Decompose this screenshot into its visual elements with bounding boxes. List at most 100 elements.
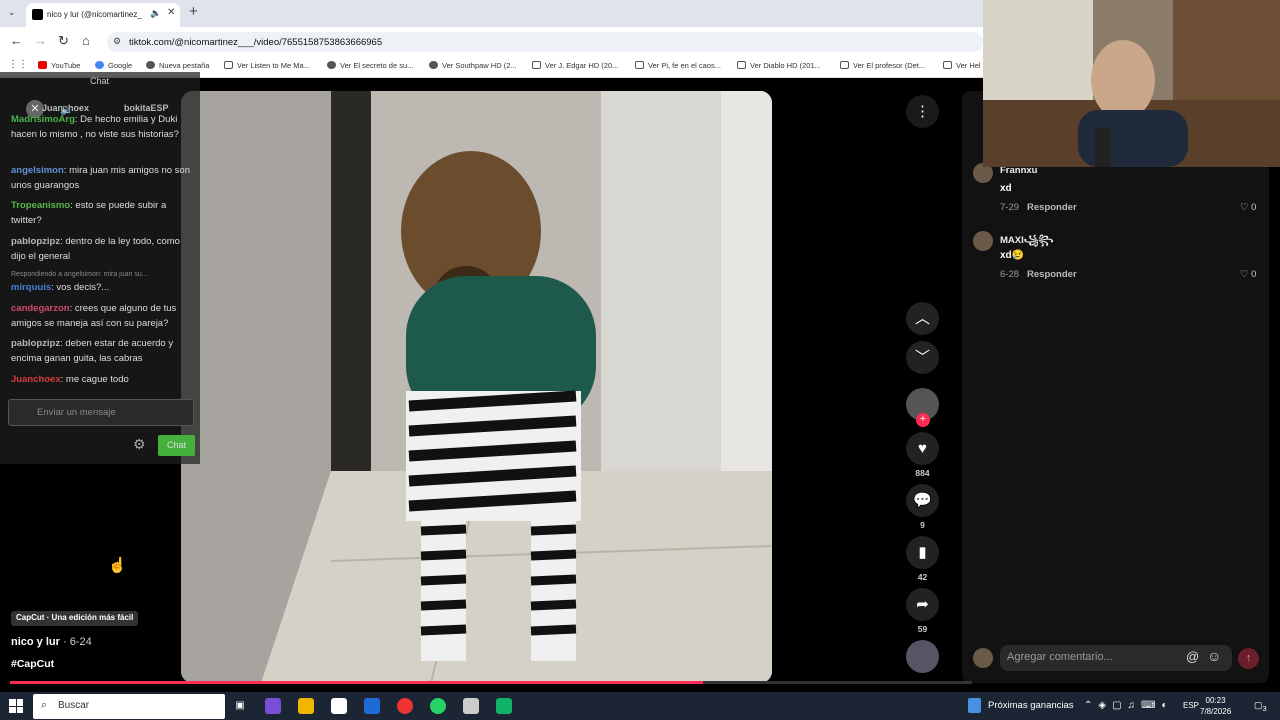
comment-text: xd😢 — [1000, 250, 1025, 261]
capcut-badge[interactable]: CapCut · Una edición más fácil — [11, 611, 139, 626]
forward-icon[interactable]: → — [34, 33, 47, 48]
globe-icon — [327, 61, 336, 69]
close-icon[interactable]: ✕ — [167, 7, 175, 18]
page-icon — [224, 61, 233, 69]
chevron-down-icon[interactable]: ﹀ — [906, 341, 939, 374]
browser-tab[interactable]: nico y lur (@nicomartinez_ 🔈 ✕ — [26, 3, 180, 27]
webcam-overlay — [983, 0, 1280, 167]
bookmark-6[interactable]: Ver J. Edgar HD (20... — [532, 61, 618, 70]
tab-title: nico y lur (@nicomartinez_ — [47, 10, 142, 19]
news-icon — [968, 698, 981, 713]
language-indicator[interactable]: ESP — [1183, 701, 1199, 710]
video-author[interactable]: nico y lur · 6-24 — [11, 636, 92, 648]
home-icon[interactable]: ⌂ — [82, 33, 90, 48]
site-info-icon[interactable]: ⚙ — [113, 36, 121, 47]
windows-start-icon[interactable] — [9, 699, 23, 713]
avatar — [973, 648, 993, 668]
page-icon — [840, 61, 849, 69]
reply-button[interactable]: Responder — [1027, 202, 1077, 213]
comment-button[interactable]: 💬 — [906, 484, 939, 517]
reply-button[interactable]: Responder — [1027, 269, 1077, 280]
bookmark-4[interactable]: Ver El secreto de su... — [327, 61, 413, 70]
youtube-icon — [38, 61, 47, 69]
bookmark-7[interactable]: Ver Pi, fe en el caos... — [635, 61, 721, 70]
search-icon: ⌕ — [41, 699, 48, 711]
progress-bar[interactable] — [10, 681, 703, 684]
taskbar-search[interactable]: Buscar — [33, 694, 225, 719]
page-icon — [635, 61, 644, 69]
saves-count: 42 — [917, 572, 928, 582]
bookmark-10[interactable]: Ver Hel — [943, 61, 981, 70]
chat-input[interactable]: Enviar un mensaje — [8, 399, 194, 426]
comment-user[interactable]: MAXI꧁꧂ — [1000, 232, 1053, 252]
back-icon[interactable]: ← — [10, 33, 23, 48]
bookmark-9[interactable]: Ver El profesor (Det... — [840, 61, 925, 70]
comment-meta: 7-29 Responder — [1000, 202, 1077, 213]
comment-like[interactable]: ♡ 0 — [1240, 202, 1256, 213]
chat-message: candegarzon: crees que alguno de tus ami… — [11, 303, 177, 329]
comments-count: 9 — [920, 520, 925, 530]
chat-send-button[interactable]: Chat — [158, 435, 195, 456]
video-player[interactable] — [181, 91, 772, 683]
streaming-app-icon[interactable] — [496, 698, 512, 714]
more-options-icon[interactable]: ⋮ — [906, 95, 939, 128]
chat-message: angelsimon: mira juan mis amigos no son … — [11, 165, 190, 191]
whatsapp-icon[interactable] — [430, 698, 446, 714]
notification-badge[interactable]: ▢3 — [1254, 700, 1267, 713]
bookmark-button[interactable]: ▮ — [906, 536, 939, 569]
bookmark-3[interactable]: Ver Listen to Me Ma... — [224, 61, 310, 70]
webcam-feed — [983, 0, 1280, 167]
tiktok-favicon-icon — [32, 9, 43, 20]
chat-message: Tropeanismo: esto se puede subir a twitt… — [11, 200, 167, 226]
music-disc-icon[interactable] — [906, 640, 939, 673]
shares-count: 59 — [917, 624, 928, 634]
like-button[interactable]: ♥ — [906, 432, 939, 465]
clock[interactable]: 00:23 7/8/2026 — [1200, 695, 1231, 717]
app-icon[interactable] — [463, 698, 479, 714]
bookmark-new-tab[interactable]: Nueva pestaña — [146, 61, 209, 70]
reload-icon[interactable]: ↻ — [58, 33, 69, 49]
tab-list-icon[interactable]: ⌄ — [8, 7, 16, 18]
chat-message: pablopzipz: dentro de la ley todo, como … — [11, 236, 180, 262]
mail-icon[interactable] — [364, 698, 380, 714]
bookmark-youtube[interactable]: YouTube — [38, 61, 80, 70]
chrome-icon[interactable] — [397, 698, 413, 714]
chat-message: MadrisimoArg: De hecho emilia y Duki hac… — [11, 114, 179, 140]
globe-icon — [146, 61, 155, 69]
bookmark-5[interactable]: Ver Southpaw HD (2... — [429, 61, 517, 70]
page-icon — [943, 61, 952, 69]
chat-title: Chat — [90, 76, 110, 86]
gear-icon[interactable]: ⚙ — [133, 436, 146, 453]
file-explorer-icon[interactable] — [298, 698, 314, 714]
page-icon — [737, 61, 746, 69]
speaker-icon[interactable]: 🔈 — [150, 8, 161, 19]
bookmark-google[interactable]: Google — [95, 61, 132, 70]
share-button[interactable]: ➦ — [906, 588, 939, 621]
new-tab-button[interactable]: + — [189, 3, 198, 20]
news-widget[interactable]: Próximas ganancias — [988, 700, 1074, 711]
task-view-icon[interactable]: ▣ — [232, 698, 248, 714]
follow-plus-icon[interactable]: + — [916, 413, 930, 427]
emoji-icon[interactable]: ☺ — [1207, 648, 1221, 664]
likes-count: 884 — [915, 468, 930, 478]
chat-message: Juanchoex: me cague todo — [11, 374, 129, 385]
comment-meta: 6-28 Responder — [1000, 269, 1077, 280]
copilot-icon[interactable] — [265, 698, 281, 714]
hand-cursor-icon: ☝ — [108, 557, 127, 574]
google-icon — [95, 61, 104, 69]
globe-icon — [429, 61, 438, 69]
bookmark-8[interactable]: Ver Diablo HD (201... — [737, 61, 821, 70]
system-tray-icons[interactable]: ⌃◈▢♫⌨◐ — [1084, 700, 1174, 711]
avatar[interactable] — [973, 231, 993, 251]
dog-video-frame — [181, 91, 772, 683]
url-input[interactable]: tiktok.com/@nicomartinez___/video/765515… — [107, 32, 983, 52]
comment-like[interactable]: ♡ 0 — [1240, 269, 1256, 280]
hashtag-link[interactable]: #CapCut — [11, 658, 54, 670]
send-button[interactable]: ↑ — [1238, 648, 1259, 669]
chevron-up-icon[interactable]: ︿ — [906, 302, 939, 335]
mention-icon[interactable]: @ — [1186, 649, 1199, 664]
comment-text: xd — [1000, 183, 1012, 194]
apps-icon[interactable]: ⋮⋮ — [8, 59, 28, 70]
page-icon — [532, 61, 541, 69]
store-icon[interactable] — [331, 698, 347, 714]
